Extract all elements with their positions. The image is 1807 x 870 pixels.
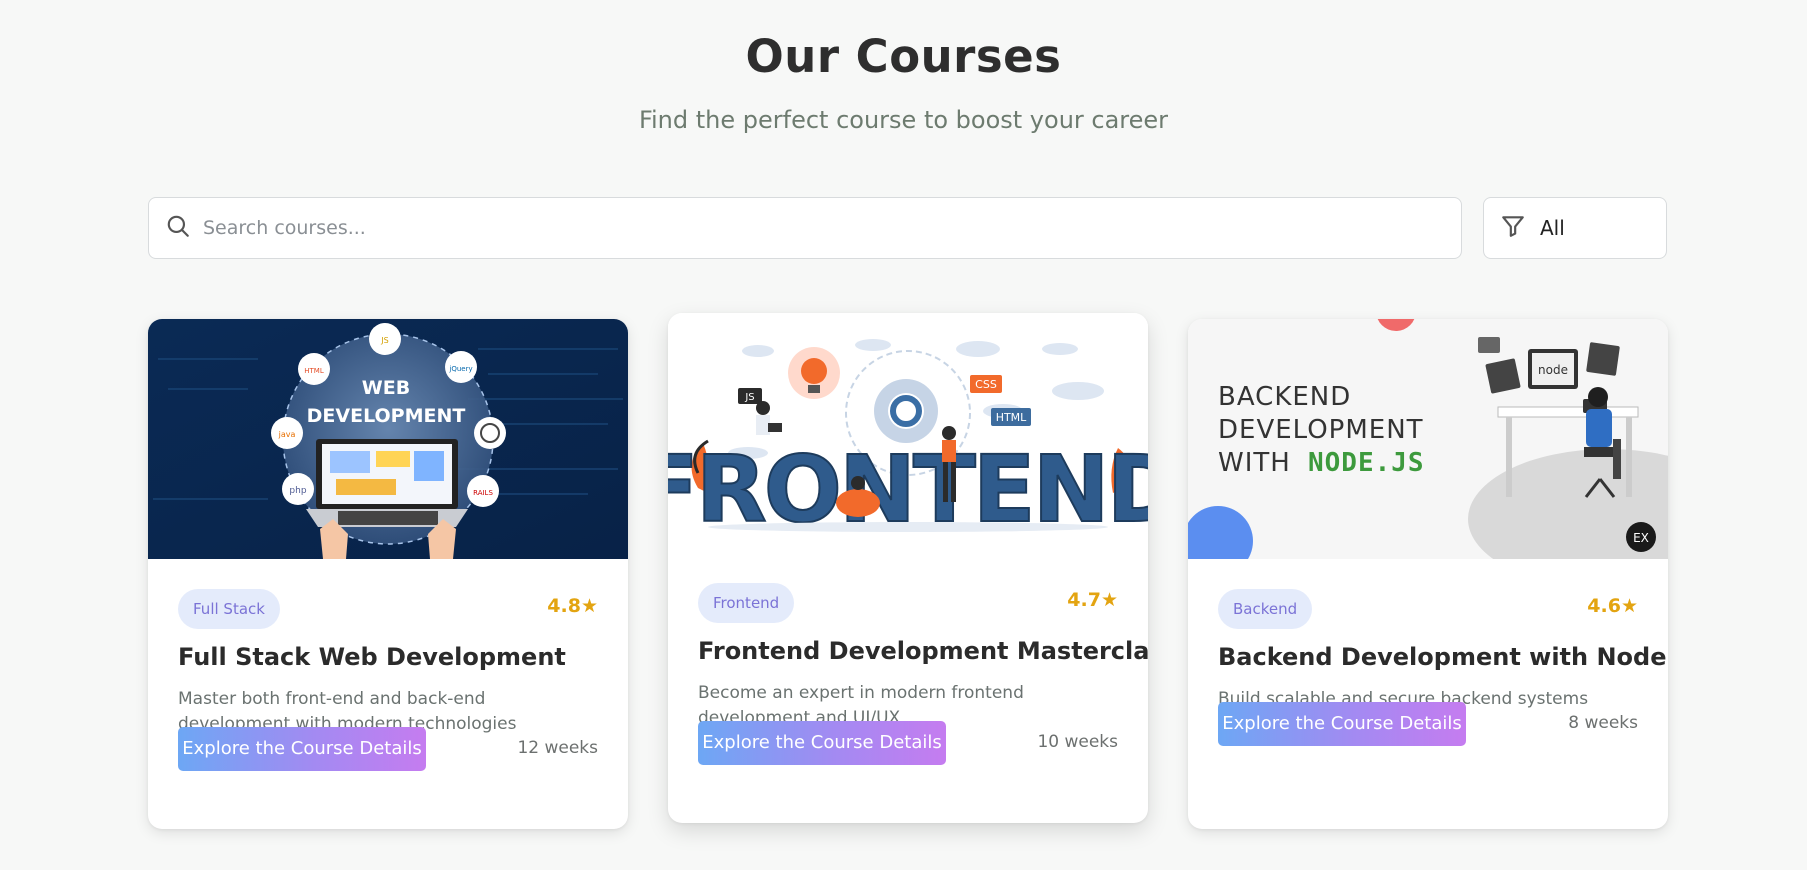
- image-line-with: WITH: [1218, 448, 1291, 478]
- rating: 4.8★: [547, 595, 598, 617]
- svg-text:HTML: HTML: [304, 367, 324, 375]
- search-bar[interactable]: [148, 197, 1462, 259]
- rating: 4.6★: [1587, 595, 1638, 617]
- image-line-backend: BACKEND: [1218, 382, 1351, 412]
- category-badge: Full Stack: [178, 589, 280, 629]
- explore-course-button[interactable]: Explore the Course Details: [1218, 702, 1466, 746]
- course-card-backend[interactable]: BACKEND DEVELOPMENT WITH NODE.JS node EX…: [1188, 319, 1668, 829]
- page-subtitle: Find the perfect course to boost your ca…: [638, 106, 1169, 134]
- image-line-development: DEVELOPMENT: [1218, 415, 1424, 445]
- course-duration: 10 weeks: [1037, 732, 1118, 752]
- svg-text:HTML: HTML: [996, 411, 1027, 424]
- laptop-illustration: [306, 439, 468, 527]
- course-card-full-stack[interactable]: JS HTML jQuery java php RAILS WEB DEVELO…: [148, 319, 628, 829]
- course-image-backend-nodejs: BACKEND DEVELOPMENT WITH NODE.JS node EX: [1188, 319, 1668, 559]
- course-title: Frontend Development Masterclass: [698, 637, 1148, 665]
- svg-text:CSS: CSS: [975, 378, 997, 391]
- course-image-web-development: JS HTML jQuery java php RAILS WEB DEVELO…: [148, 319, 628, 559]
- image-highlight-nodejs: NODE.JS: [1308, 448, 1425, 478]
- brand-logo: EX: [1633, 531, 1649, 545]
- category-badge: Frontend: [698, 583, 795, 623]
- svg-text:node: node: [1538, 363, 1568, 377]
- image-heading-web: WEB: [362, 377, 410, 399]
- course-title: Backend Development with Node.js: [1218, 643, 1668, 671]
- svg-text:php: php: [289, 486, 306, 496]
- course-image-frontend: JS CSS HTML FRONTEND: [668, 313, 1148, 553]
- course-title: Full Stack Web Development: [178, 643, 566, 671]
- svg-text:JS: JS: [744, 392, 754, 403]
- explore-course-button[interactable]: Explore the Course Details: [178, 727, 426, 771]
- filter-selected-value: All: [1540, 216, 1565, 240]
- svg-text:jQuery: jQuery: [448, 365, 472, 373]
- page-title: Our Courses: [745, 30, 1062, 83]
- svg-text:JS: JS: [380, 336, 388, 345]
- course-duration: 12 weeks: [517, 738, 598, 758]
- category-badge: Backend: [1218, 589, 1313, 629]
- search-input[interactable]: [203, 208, 1403, 248]
- course-duration: 8 weeks: [1568, 713, 1638, 733]
- rating: 4.7★: [1067, 589, 1118, 611]
- category-filter-select[interactable]: All: [1483, 197, 1667, 259]
- image-heading-development: DEVELOPMENT: [307, 405, 466, 427]
- svg-text:RAILS: RAILS: [473, 489, 493, 497]
- filter-icon: [1500, 213, 1526, 244]
- svg-text:java: java: [278, 430, 296, 439]
- course-card-frontend[interactable]: JS CSS HTML FRONTEND Frontend: [668, 313, 1148, 823]
- explore-course-button[interactable]: Explore the Course Details: [698, 721, 946, 765]
- search-icon: [165, 213, 191, 244]
